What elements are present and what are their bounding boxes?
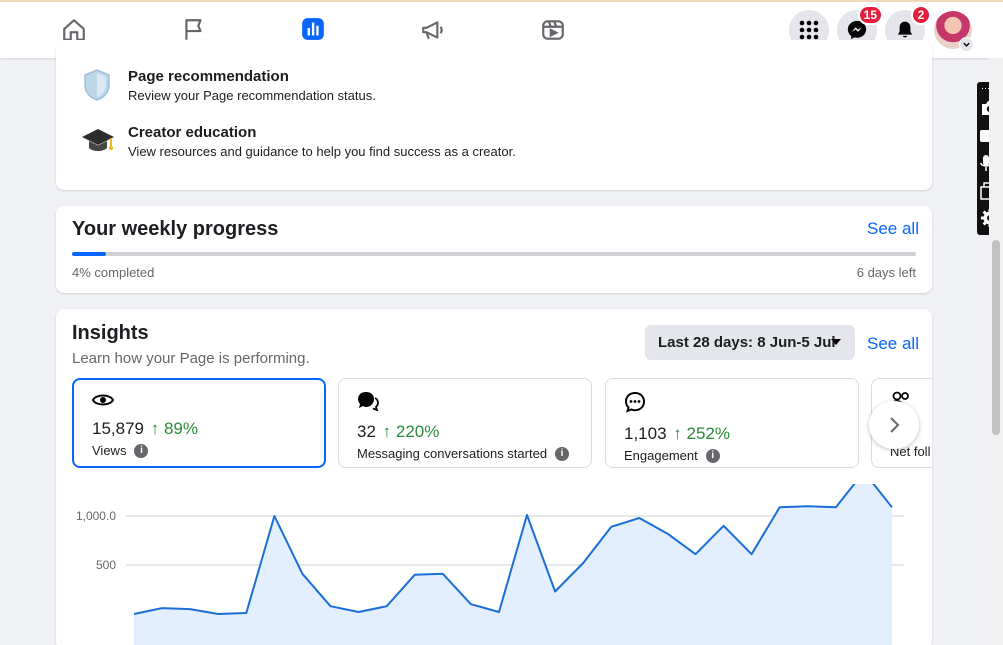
weekly-progress-see-all-link[interactable]: See all bbox=[867, 219, 919, 239]
info-icon[interactable]: i bbox=[555, 446, 570, 461]
notifications-badge: 2 bbox=[911, 5, 931, 25]
stat-label-line: Views i bbox=[92, 443, 306, 458]
insights-subtitle: Learn how your Page is performing. bbox=[72, 350, 310, 367]
insights-see-all-link[interactable]: See all bbox=[867, 334, 919, 354]
tool-item-creator-education[interactable]: Creator education View resources and gui… bbox=[128, 124, 516, 159]
progress-days-left: 6 days left bbox=[856, 265, 916, 280]
stat-label-line: Engagement i bbox=[624, 448, 840, 463]
tools-card: Page recommendation Review your Page rec… bbox=[56, 40, 932, 190]
chevron-down-icon[interactable] bbox=[959, 37, 974, 52]
insights-card: Insights Learn how your Page is performi… bbox=[56, 309, 932, 645]
chevron-right-icon bbox=[890, 417, 900, 433]
weekly-progress-bar bbox=[72, 252, 916, 256]
progress-completed-label: 4% completed bbox=[72, 265, 155, 280]
stat-label: Views bbox=[92, 443, 127, 458]
info-icon[interactable]: i bbox=[134, 443, 149, 458]
shield-icon bbox=[82, 68, 112, 107]
engagement-icon bbox=[624, 391, 646, 413]
info-icon[interactable]: i bbox=[705, 448, 720, 463]
stat-value: 32 bbox=[357, 422, 376, 441]
page-scrollbar-thumb[interactable] bbox=[992, 240, 1000, 435]
tool-title: Creator education bbox=[128, 124, 257, 141]
stat-value: 1,103 bbox=[624, 424, 667, 443]
stat-label: Messaging conversations started bbox=[357, 446, 548, 461]
stat-value-line: 32 ↑ 220% bbox=[357, 422, 573, 442]
stat-label-line: Messaging conversations started i bbox=[357, 446, 573, 461]
tool-subtitle: Review your Page recommendation status. bbox=[128, 88, 376, 103]
stat-card-views[interactable]: 15,879 ↑ 89% Views i bbox=[72, 378, 326, 468]
tool-subtitle: View resources and guidance to help you … bbox=[128, 144, 516, 159]
stat-card-engagement[interactable]: 1,103 ↑ 252% Engagement i bbox=[605, 378, 859, 468]
y-tick-label: 500 bbox=[96, 558, 116, 572]
stat-change: ↑ 89% bbox=[150, 419, 198, 438]
weekly-progress-card: Your weekly progress See all 4% complete… bbox=[56, 206, 932, 293]
messenger-badge: 15 bbox=[857, 5, 883, 25]
caret-down-icon bbox=[831, 339, 841, 345]
bell-icon bbox=[897, 21, 913, 38]
stat-value-line: 1,103 ↑ 252% bbox=[624, 424, 840, 444]
chat-icon bbox=[358, 392, 379, 412]
date-range-label: Last 28 days: 8 Jun-5 Jul bbox=[658, 334, 836, 351]
insights-title: Insights bbox=[72, 322, 149, 344]
weekly-progress-title: Your weekly progress bbox=[72, 218, 279, 240]
tool-item-page-recommendation[interactable]: Page recommendation Review your Page rec… bbox=[128, 68, 376, 103]
graduation-cap-icon bbox=[81, 126, 115, 161]
stat-card-messaging[interactable]: 32 ↑ 220% Messaging conversations starte… bbox=[338, 378, 592, 468]
next-stats-button[interactable] bbox=[869, 401, 919, 449]
bar-chart-icon bbox=[302, 17, 324, 40]
date-range-dropdown[interactable]: Last 28 days: 8 Jun-5 Jul bbox=[645, 325, 855, 360]
stat-change: ↑ 252% bbox=[673, 424, 730, 443]
grid-icon bbox=[799, 20, 819, 40]
y-tick-label: 1,000.0 bbox=[76, 509, 116, 523]
eye-icon bbox=[91, 394, 115, 406]
stat-label: Engagement bbox=[624, 448, 698, 463]
views-chart: 1,000.0 500 bbox=[76, 484, 904, 645]
stat-value: 15,879 bbox=[92, 419, 144, 438]
stat-value-line: 15,879 ↑ 89% bbox=[92, 419, 306, 439]
weekly-progress-fill bbox=[72, 252, 106, 256]
tool-title: Page recommendation bbox=[128, 68, 289, 85]
stat-change: ↑ 220% bbox=[382, 422, 440, 441]
